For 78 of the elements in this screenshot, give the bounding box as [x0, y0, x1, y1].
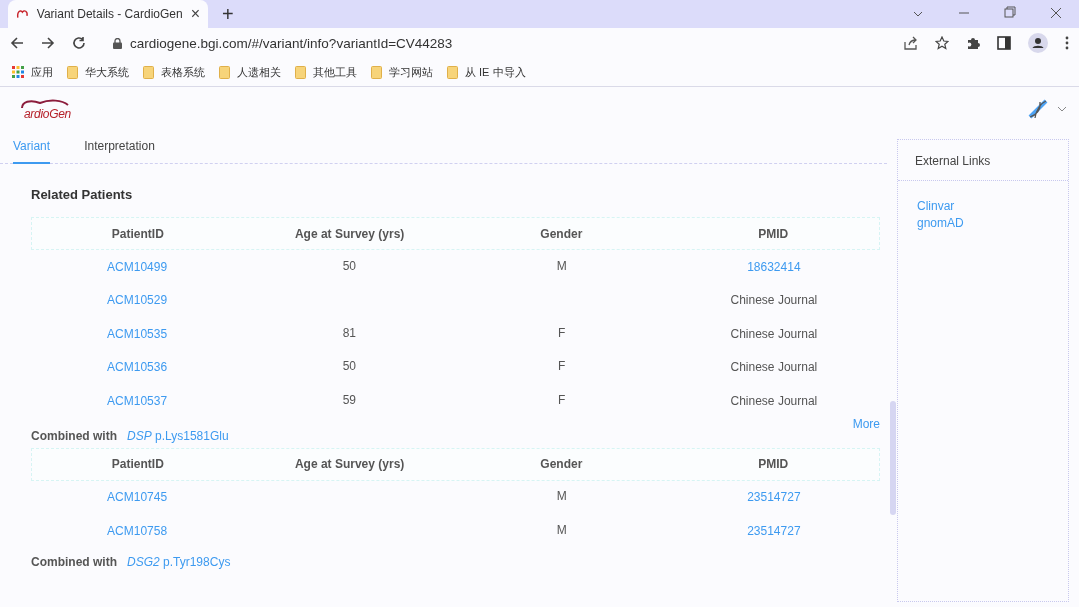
bookmark[interactable]: 表格系统	[143, 64, 205, 80]
logo-text: ardioGen	[23, 107, 71, 120]
pmid-link[interactable]: 18632414	[747, 259, 801, 274]
table-cell: F	[557, 359, 566, 374]
panel-title: External Links	[898, 140, 1068, 181]
patient-id-link[interactable]: ACM10529	[107, 293, 168, 308]
patient-id-link[interactable]: ACM10537	[107, 393, 168, 408]
dna-icon[interactable]	[1027, 98, 1049, 120]
folder-icon	[447, 65, 458, 79]
new-tab-button[interactable]: +	[222, 0, 234, 28]
table-cell: M	[556, 258, 567, 273]
tab-title: Variant Details - CardioGen	[36, 7, 183, 21]
pmid-link[interactable]: 23514727	[747, 490, 801, 505]
star-icon[interactable]	[935, 36, 949, 50]
logo-icon	[16, 7, 29, 21]
back-icon[interactable]	[10, 36, 24, 50]
column-header: Gender	[539, 457, 584, 471]
combined-label: Combined with	[31, 554, 117, 569]
table-cell: 50	[342, 258, 357, 273]
column-header: Age at Survey (yrs)	[293, 457, 406, 471]
variant-link[interactable]: DSG2 p.Tyr198Cys	[127, 554, 231, 569]
column-header: PMID	[757, 457, 790, 471]
patient-id-link[interactable]: ACM10745	[107, 490, 168, 505]
profile-icon[interactable]	[1028, 33, 1048, 53]
table-cell: Chinese Journal	[730, 293, 818, 308]
patient-id-link[interactable]: ACM10535	[107, 326, 168, 341]
browser-tab[interactable]: Variant Details - CardioGen ×	[8, 0, 208, 28]
tab[interactable]: Variant	[13, 139, 51, 164]
folder-icon	[67, 65, 78, 79]
puzzle-icon[interactable]	[966, 36, 980, 50]
apps-icon	[12, 66, 24, 78]
column-header: PMID	[757, 226, 790, 241]
column-header: PatientID	[110, 226, 165, 241]
lock-icon[interactable]	[113, 37, 122, 49]
folder-icon	[371, 65, 382, 79]
table-cell: 59	[342, 392, 357, 407]
patient-id-link[interactable]: ACM10536	[107, 360, 168, 375]
folder-icon	[295, 65, 306, 79]
table-cell: Chinese Journal	[730, 326, 818, 341]
pmid-link[interactable]: 23514727	[747, 523, 801, 538]
tab[interactable]: Interpretation	[84, 139, 155, 164]
variant-link[interactable]: DSP p.Lys1581Glu	[127, 428, 229, 443]
table-cell: M	[556, 522, 567, 537]
table-cell: Chinese Journal	[730, 360, 818, 375]
bookmark[interactable]: 华大系统	[67, 64, 129, 80]
reload-icon[interactable]	[72, 36, 86, 50]
patient-id-link[interactable]: ACM10499	[107, 259, 168, 274]
bookmark[interactable]: 人遗相关	[219, 64, 281, 80]
external-link[interactable]: Clinvar	[917, 199, 1049, 213]
table-cell: 50	[342, 359, 357, 374]
address-bar[interactable]: cardiogene.bgi.com/#/variant/info?variantId=CV44283	[130, 35, 453, 51]
column-header: Age at Survey (yrs)	[293, 226, 406, 241]
share-icon[interactable]	[904, 36, 918, 50]
table-cell: 81	[342, 325, 357, 340]
section-title: Related Patients	[31, 187, 134, 202]
folder-icon	[219, 65, 230, 79]
table-cell: M	[556, 489, 567, 504]
column-header: Gender	[539, 226, 584, 241]
table-cell: F	[557, 392, 566, 407]
column-header: PatientID	[110, 457, 165, 471]
bookmark[interactable]: 学习网站	[371, 64, 433, 80]
patient-id-link[interactable]: ACM10758	[107, 523, 168, 538]
more-link[interactable]: More	[852, 417, 880, 427]
bookmark[interactable]: 从 IE 中导入	[447, 64, 526, 80]
forward-icon[interactable]	[41, 36, 55, 50]
heart-arc-icon	[20, 98, 70, 108]
menu-icon[interactable]	[1065, 36, 1069, 50]
chevron-down-icon[interactable]	[1057, 106, 1067, 112]
combined-label: Combined with	[31, 428, 117, 443]
table-cell: Chinese Journal	[730, 393, 818, 408]
external-link[interactable]: gnomAD	[917, 216, 1049, 230]
scrollbar[interactable]	[890, 401, 896, 515]
table-cell: F	[557, 325, 566, 340]
close-tab-button[interactable]: ×	[190, 5, 200, 23]
bookmark[interactable]: 其他工具	[295, 64, 357, 80]
side-panel-icon[interactable]	[997, 36, 1011, 50]
bookmark[interactable]: 应用	[12, 64, 53, 80]
folder-icon	[143, 65, 154, 79]
